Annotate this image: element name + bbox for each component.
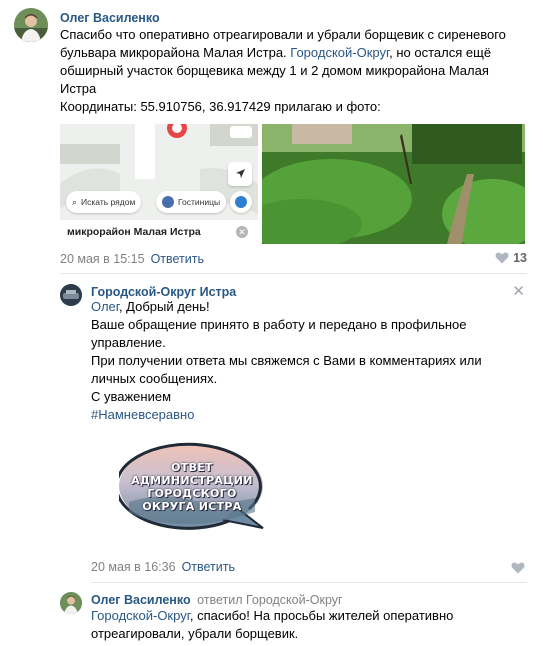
map-attachment[interactable]: ⌕ Искать рядом Гостиницы микрорайон Мала… xyxy=(60,124,258,244)
post-text-span: бульвара микрорайона Малая Истра. xyxy=(60,45,291,60)
sticker-line: ОТВЕТ xyxy=(171,461,213,474)
reply-text-line-6: С уважением xyxy=(91,389,172,404)
reply-text-line-1: Олег, Добрый день! xyxy=(91,298,521,316)
map-search-chip[interactable]: ⌕ Искать рядом xyxy=(66,191,142,213)
hotel-icon xyxy=(162,196,174,208)
sticker[interactable]: ОТВЕТ АДМИНИСТРАЦИИ ГОРОДСКОГО ОКРУГА ИС… xyxy=(119,442,265,534)
map-food-chip[interactable] xyxy=(230,191,252,213)
sticker-line: ОКРУГА ИСТРА xyxy=(142,500,242,513)
like-button[interactable]: 13 xyxy=(495,251,527,265)
post-reply-button[interactable]: Ответить xyxy=(151,252,204,266)
sticker-line: АДМИНИСТРАЦИИ xyxy=(131,474,253,487)
post-date[interactable]: 20 мая в 15:15 xyxy=(60,252,145,266)
replied-to-label[interactable]: ответил Городской-Округ xyxy=(197,593,343,607)
comment-author-name[interactable]: Олег Василенко xyxy=(91,593,191,607)
map-locate-button[interactable] xyxy=(228,162,252,186)
post-text-line-2: бульвара микрорайона Малая Истра. Городс… xyxy=(60,44,530,62)
group-avatar[interactable] xyxy=(60,284,82,306)
grass-photo xyxy=(262,124,525,244)
comment-text-line-1: Городской-Округ, спасибо! На просьбы жит… xyxy=(91,607,521,625)
post-text: Спасибо что оперативно отреагировали и у… xyxy=(60,26,530,116)
map-place-bar: микрорайон Малая Истра ✕ xyxy=(60,220,258,244)
post-text-span: , но остался ещё xyxy=(389,45,492,60)
reply-date[interactable]: 20 мая в 16:36 xyxy=(91,560,176,574)
map-place-label: микрорайон Малая Истра xyxy=(67,226,201,238)
heart-icon xyxy=(511,562,525,574)
map-hotels-chip[interactable]: Гостиницы xyxy=(156,191,227,213)
like-count: 13 xyxy=(513,251,527,265)
divider xyxy=(60,273,527,274)
reply-greeting: , Добрый день! xyxy=(118,299,210,314)
search-icon: ⌕ xyxy=(72,196,78,207)
comment-text-line-2: отреагировали, убрали борщевик. xyxy=(91,626,299,641)
person-avatar-icon xyxy=(14,8,48,42)
divider xyxy=(91,582,527,583)
comment-text-span: , спасибо! На просьбы жителей оперативно xyxy=(189,608,454,623)
commenter-avatar[interactable] xyxy=(60,592,82,614)
reply-meta: 20 мая в 16:36 Ответить xyxy=(91,560,235,574)
group-logo-icon xyxy=(60,284,82,306)
mention-link[interactable]: Городской-Округ xyxy=(91,608,190,623)
map-hotels-chip-label: Гостиницы xyxy=(178,197,221,207)
reply-text-line-3: управление. xyxy=(91,335,166,350)
reply-author-name[interactable]: Городской-Округ Истра xyxy=(91,285,236,299)
post-text-line-1: Спасибо что оперативно отреагировали и у… xyxy=(60,27,506,42)
fork-icon xyxy=(235,196,247,208)
author-avatar[interactable] xyxy=(14,8,48,42)
sticker-line: ГОРОДСКОГО xyxy=(147,487,237,500)
sticker-text: ОТВЕТ АДМИНИСТРАЦИИ ГОРОДСКОГО ОКРУГА ИС… xyxy=(119,461,265,513)
mention-link[interactable]: Городской-Округ xyxy=(290,45,389,60)
post-author-name[interactable]: Олег Василенко xyxy=(60,11,160,25)
post-text-line-5: Координаты: 55.910756, 36.917429 прилага… xyxy=(60,99,381,114)
reply-text-line-4: При получении ответа мы свяжемся с Вами … xyxy=(91,353,482,368)
mention-link[interactable]: Олег xyxy=(91,299,119,314)
reply-text-line-2: Ваше обращение принято в работу и переда… xyxy=(91,317,467,332)
hashtag-link[interactable]: #Намневсеравно xyxy=(91,406,521,424)
post-meta: 20 мая в 15:15 Ответить xyxy=(60,252,204,266)
comment-text: Городской-Округ, спасибо! На просьбы жит… xyxy=(91,607,521,643)
close-icon[interactable]: ✕ xyxy=(236,226,248,238)
heart-icon xyxy=(495,252,509,264)
reply-reply-button[interactable]: Ответить xyxy=(182,560,235,574)
like-button[interactable] xyxy=(511,562,525,577)
navigation-arrow-icon xyxy=(236,169,245,178)
post-text-line-3: обширный участок борщевика между 1 и 2 д… xyxy=(60,63,489,78)
map-fullscreen-button[interactable] xyxy=(230,126,252,138)
map-search-chip-label: Искать рядом xyxy=(81,197,136,207)
reply-text: Олег, Добрый день! Ваше обращение принят… xyxy=(91,298,521,424)
comment-header: Олег Василенко ответил Городской-Округ xyxy=(91,593,343,607)
reply-text-line-5: личных сообщениях. xyxy=(91,371,218,386)
photo-attachment[interactable] xyxy=(262,124,525,244)
post-text-line-4: Истра xyxy=(60,81,97,96)
person-avatar-icon xyxy=(60,592,82,614)
